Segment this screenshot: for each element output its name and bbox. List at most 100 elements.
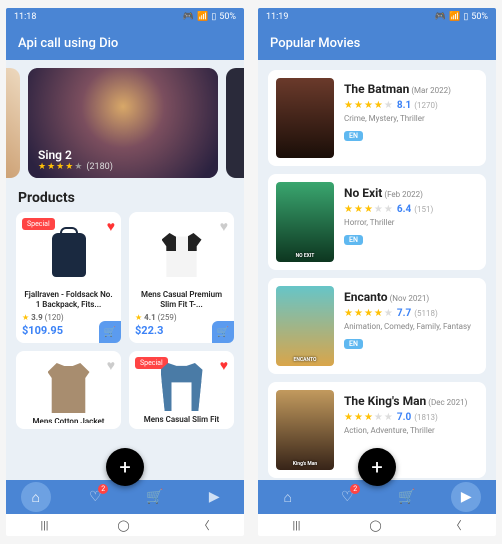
recents-button[interactable]: ||| — [292, 519, 300, 532]
heart-icon[interactable]: ♥ — [107, 357, 115, 374]
movie-title: The Batman — [344, 82, 409, 96]
movie-date: (Mar 2022) — [411, 86, 451, 95]
language-chip: EN — [344, 131, 363, 141]
nav-favorites[interactable]: ♡2 — [332, 482, 362, 512]
movie-card[interactable]: ENCANTO Encanto(Nov 2021) ★★★★★7.7(5118)… — [268, 278, 486, 374]
phone-right: 11:19 🎮 📶 ▯ 50% Popular Movies The Batma… — [258, 8, 496, 536]
movie-genres: Animation, Comedy, Family, Fantasy — [344, 322, 478, 331]
game-icon: 🎮 — [435, 12, 446, 22]
star-icon: ★ — [38, 162, 46, 172]
movie-genres: Crime, Mystery, Thriller — [344, 114, 478, 123]
status-bar: 11:19 🎮 📶 ▯ 50% — [258, 8, 496, 26]
star-icon: ★ — [135, 313, 142, 322]
app-title: Api call using Dio — [18, 36, 118, 51]
home-icon: ⌂ — [32, 489, 40, 506]
movie-poster: NO EXIT — [276, 182, 334, 262]
movie-title: Encanto — [344, 290, 388, 304]
movie-date: (Nov 2021) — [390, 294, 430, 303]
signal-icon: ▯ — [463, 12, 468, 22]
phone-left: 11:18 🎮 📶 ▯ 50% Api call using Dio Sing … — [6, 8, 244, 536]
star-icon: ★ — [47, 162, 55, 172]
status-time: 11:19 — [266, 12, 288, 22]
star-icon: ★ — [22, 313, 29, 322]
special-badge: Special — [22, 218, 55, 230]
jacket-icon — [48, 363, 90, 413]
products-grid: Special ♥ Fjallraven - Foldsack No. 1 Ba… — [6, 212, 244, 429]
nav-videos[interactable]: ▶ — [451, 482, 481, 512]
heart-icon[interactable]: ♥ — [220, 218, 228, 235]
signal-icon: ▯ — [211, 12, 216, 22]
video-icon: ▶ — [209, 489, 220, 505]
movie-info: The Batman(Mar 2022) ★★★★★8.1(1270) Crim… — [344, 78, 478, 142]
product-rating: ★4.1(259) — [135, 313, 228, 322]
language-chip: EN — [344, 235, 363, 245]
home-icon: ⌂ — [284, 489, 292, 506]
movie-poster — [276, 78, 334, 158]
carousel-count: (2180) — [86, 162, 112, 172]
status-right: 🎮 📶 ▯ 50% — [183, 12, 236, 22]
nav-home[interactable]: ⌂ — [273, 482, 303, 512]
longsleeve-icon — [161, 363, 203, 411]
video-icon: ▶ — [461, 489, 472, 505]
heart-icon[interactable]: ♥ — [107, 218, 115, 235]
movie-card[interactable]: NO EXIT No Exit(Feb 2022) ★★★★★6.4(151) … — [268, 174, 486, 270]
carousel[interactable]: Sing 2 ★★★★★ (2180) — [6, 60, 244, 186]
movie-genres: Horror, Thriller — [344, 218, 478, 227]
status-bar: 11:18 🎮 📶 ▯ 50% — [6, 8, 244, 26]
movie-info: Encanto(Nov 2021) ★★★★★7.7(5118) Animati… — [344, 286, 478, 350]
product-name: Mens Casual Slim Fit — [135, 415, 228, 423]
nav-cart[interactable]: 🛒 — [140, 482, 170, 512]
cart-icon: 🛒 — [398, 489, 415, 505]
movie-card[interactable]: The Batman(Mar 2022) ★★★★★8.1(1270) Crim… — [268, 70, 486, 166]
movie-poster: ENCANTO — [276, 286, 334, 366]
movie-date: (Dec 2021) — [428, 398, 467, 407]
star-icon: ★ — [65, 162, 73, 172]
carousel-item-main[interactable]: Sing 2 ★★★★★ (2180) — [28, 68, 218, 178]
add-to-cart-button[interactable]: 🛒 — [212, 321, 234, 343]
movie-info: No Exit(Feb 2022) ★★★★★6.4(151) Horror, … — [344, 182, 478, 246]
movie-rating: ★★★★★7.7(5118) — [344, 308, 478, 319]
cart-icon: 🛒 — [146, 489, 163, 505]
home-button[interactable]: ◯ — [117, 519, 129, 532]
plus-icon: + — [371, 455, 382, 479]
battery-text: 50% — [471, 12, 488, 22]
product-image — [135, 363, 228, 411]
wifi-icon: 📶 — [197, 12, 208, 22]
nav-home[interactable]: ⌂ — [21, 482, 51, 512]
fab-button[interactable]: + — [106, 448, 144, 486]
carousel-title: Sing 2 — [38, 148, 113, 162]
star-icon: ★ — [74, 162, 82, 172]
carousel-item-next[interactable] — [226, 68, 244, 178]
home-button[interactable]: ◯ — [369, 519, 381, 532]
movie-poster: King's Man — [276, 390, 334, 470]
app-title: Popular Movies — [270, 36, 360, 51]
product-image — [22, 363, 115, 413]
backpack-icon — [52, 233, 86, 277]
product-card[interactable]: ♥ Mens Casual Premium Slim Fit T-... ★4.… — [129, 212, 234, 343]
back-button[interactable]: 〈 — [199, 517, 210, 533]
product-card[interactable]: ♥ Mens Cotton Jacket — [16, 351, 121, 429]
movie-rating: ★★★★★6.4(151) — [344, 204, 478, 215]
add-to-cart-button[interactable]: 🛒 — [99, 321, 121, 343]
fab-button[interactable]: + — [358, 448, 396, 486]
nav-cart[interactable]: 🛒 — [392, 482, 422, 512]
carousel-rating: ★★★★★ (2180) — [38, 162, 113, 172]
product-image — [22, 224, 115, 286]
nav-badge: 2 — [350, 484, 360, 494]
battery-text: 50% — [219, 12, 236, 22]
movie-title: The King's Man — [344, 394, 426, 408]
nav-favorites[interactable]: ♡2 — [80, 482, 110, 512]
product-price: $109.95 — [22, 324, 63, 337]
star-icon: ★ — [56, 162, 64, 172]
movie-genres: Action, Adventure, Thriller — [344, 426, 478, 435]
back-button[interactable]: 〈 — [451, 517, 462, 533]
carousel-item-prev[interactable] — [6, 68, 20, 178]
status-right: 🎮 📶 ▯ 50% — [435, 12, 488, 22]
product-card[interactable]: Special ♥ Mens Casual Slim Fit — [129, 351, 234, 429]
product-card[interactable]: Special ♥ Fjallraven - Foldsack No. 1 Ba… — [16, 212, 121, 343]
recents-button[interactable]: ||| — [40, 519, 48, 532]
nav-videos[interactable]: ▶ — [199, 482, 229, 512]
cart-icon: 🛒 — [104, 327, 116, 338]
product-name: Fjallraven - Foldsack No. 1 Backpack, Fi… — [22, 290, 115, 310]
movie-date: (Feb 2022) — [384, 190, 423, 199]
